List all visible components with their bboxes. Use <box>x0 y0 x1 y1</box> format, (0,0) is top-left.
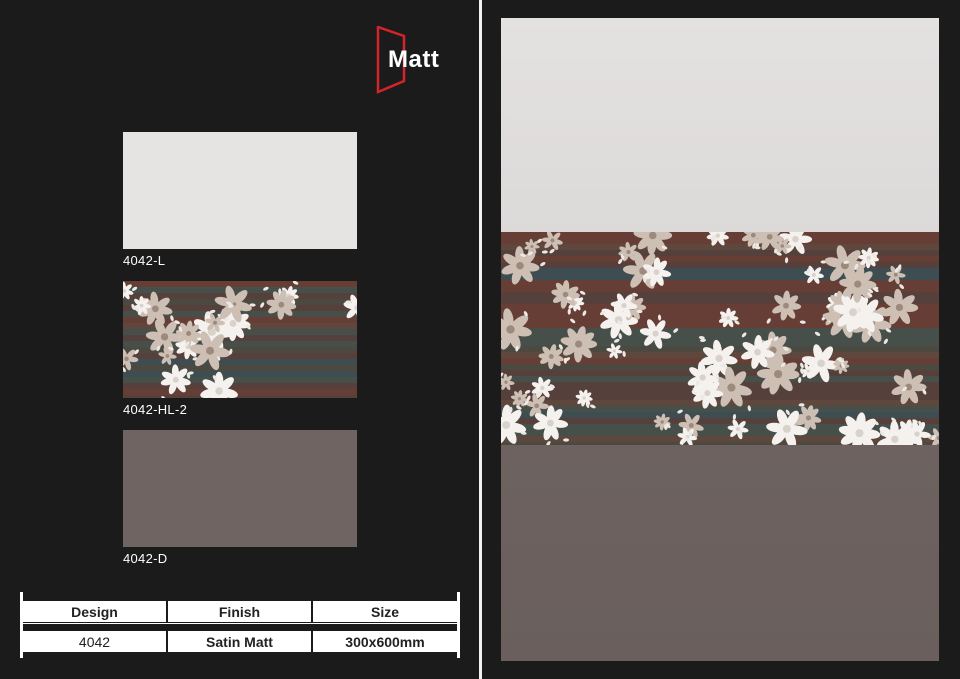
spec-value-finish: Satin Matt <box>168 631 311 652</box>
finish-logo-text: Matt <box>388 46 440 73</box>
swatch-light-tile <box>123 132 357 249</box>
spec-table-divider <box>20 623 460 624</box>
swatch-code-decor: 4042-HL-2 <box>123 402 188 417</box>
spec-value-design: 4042 <box>23 631 166 652</box>
page-divider <box>479 0 482 679</box>
wall-preview-dark <box>501 445 939 661</box>
spec-header-design: Design <box>23 601 166 622</box>
floral-pattern <box>501 232 939 445</box>
floral-pattern <box>123 281 357 398</box>
spec-value-size: 300x600mm <box>313 631 457 652</box>
swatch-decor-tile <box>123 281 357 398</box>
wall-preview-light <box>501 18 939 232</box>
wall-preview-decor <box>501 232 939 445</box>
swatch-code-dark: 4042-D <box>123 551 168 566</box>
spec-header-size: Size <box>313 601 457 622</box>
spec-header-finish: Finish <box>168 601 311 622</box>
swatch-code-light: 4042-L <box>123 253 166 268</box>
spec-table: Design Finish Size 4042 Satin Matt 300x6… <box>20 592 460 658</box>
spec-table-right-bar <box>457 592 460 658</box>
swatch-dark-tile <box>123 430 357 547</box>
